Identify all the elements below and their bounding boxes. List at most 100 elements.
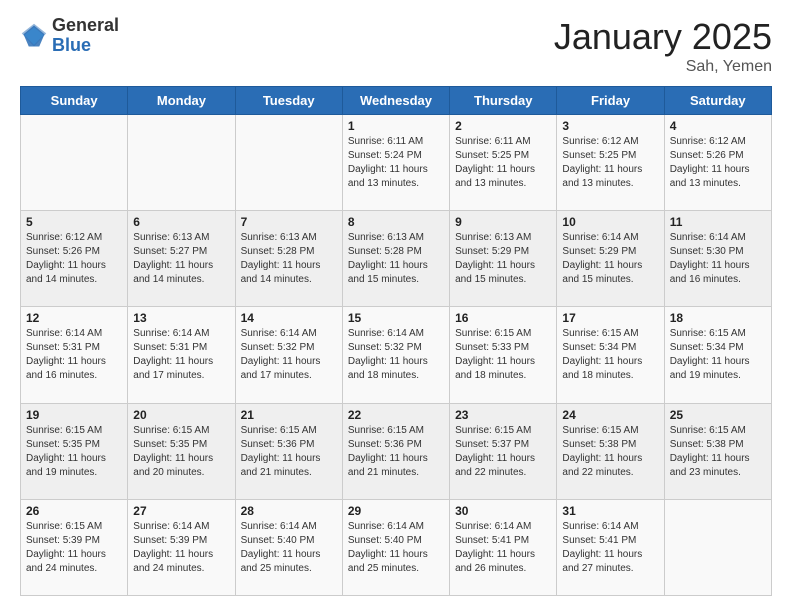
- calendar-cell: 9Sunrise: 6:13 AM Sunset: 5:29 PM Daylig…: [450, 211, 557, 307]
- day-info: Sunrise: 6:13 AM Sunset: 5:28 PM Dayligh…: [348, 231, 444, 287]
- day-number: 17: [562, 311, 658, 325]
- day-info: Sunrise: 6:14 AM Sunset: 5:31 PM Dayligh…: [26, 327, 122, 383]
- month-title: January 2025: [554, 16, 772, 58]
- day-number: 12: [26, 311, 122, 325]
- calendar-cell: 3Sunrise: 6:12 AM Sunset: 5:25 PM Daylig…: [557, 115, 664, 211]
- calendar-cell: 13 Sunrise: 6:14 AM Sunset: 5:31 PM Dayli…: [128, 307, 235, 403]
- day-number: 16: [455, 311, 551, 325]
- day-info: Sunrise: 6:15 AM Sunset: 5:33 PM Dayligh…: [455, 327, 551, 383]
- day-of-week-thursday: Thursday: [450, 87, 557, 115]
- day-info: Sunrise: 6:15 AM Sunset: 5:34 PM Dayligh…: [562, 327, 658, 383]
- day-info: Sunrise: 6:15 AM Sunset: 5:35 PM Dayligh…: [26, 424, 122, 480]
- day-info: Sunrise: 6:14 AM Sunset: 5:31 PM Dayligh…: [133, 327, 229, 383]
- calendar-cell: 15 Sunrise: 6:14 AM Sunset: 5:32 PM Dayli…: [342, 307, 449, 403]
- calendar-week-1: 1 Sunrise: 6:11 AM Sunset: 5:24 PM Daylig…: [21, 115, 772, 211]
- day-info: Sunrise: 6:15 AM Sunset: 5:36 PM Dayligh…: [348, 424, 444, 480]
- calendar: SundayMondayTuesdayWednesdayThursdayFrid…: [20, 86, 772, 596]
- page: General Blue January 2025 Sah, Yemen Sun…: [0, 0, 792, 612]
- calendar-week-4: 19 Sunrise: 6:15 AM Sunset: 5:35 PM Dayli…: [21, 403, 772, 499]
- calendar-cell: 21Sunrise: 6:15 AM Sunset: 5:36 PM Dayli…: [235, 403, 342, 499]
- day-number: 15: [348, 311, 444, 325]
- calendar-cell: 6 Sunrise: 6:13 AM Sunset: 5:27 PM Daylig…: [128, 211, 235, 307]
- day-info: Sunrise: 6:13 AM Sunset: 5:29 PM Dayligh…: [455, 231, 551, 287]
- day-info: Sunrise: 6:12 AM Sunset: 5:26 PM Dayligh…: [670, 135, 766, 191]
- day-number: 3: [562, 119, 658, 133]
- calendar-cell: 8 Sunrise: 6:13 AM Sunset: 5:28 PM Daylig…: [342, 211, 449, 307]
- calendar-cell: 27 Sunrise: 6:14 AM Sunset: 5:39 PM Dayli…: [128, 499, 235, 595]
- logo: General Blue: [20, 16, 119, 56]
- calendar-cell: 2 Sunrise: 6:11 AM Sunset: 5:25 PM Daylig…: [450, 115, 557, 211]
- day-number: 27: [133, 504, 229, 518]
- day-info: Sunrise: 6:15 AM Sunset: 5:35 PM Dayligh…: [133, 424, 229, 480]
- calendar-cell: 14 Sunrise: 6:14 AM Sunset: 5:32 PM Dayli…: [235, 307, 342, 403]
- day-of-week-monday: Monday: [128, 87, 235, 115]
- calendar-cell: [128, 115, 235, 211]
- location-title: Sah, Yemen: [554, 58, 772, 76]
- calendar-cell: 7Sunrise: 6:13 AM Sunset: 5:28 PM Daylig…: [235, 211, 342, 307]
- day-number: 2: [455, 119, 551, 133]
- day-info: Sunrise: 6:15 AM Sunset: 5:39 PM Dayligh…: [26, 520, 122, 576]
- day-number: 5: [26, 215, 122, 229]
- calendar-cell: 10Sunrise: 6:14 AM Sunset: 5:29 PM Dayli…: [557, 211, 664, 307]
- day-info: Sunrise: 6:12 AM Sunset: 5:26 PM Dayligh…: [26, 231, 122, 287]
- calendar-cell: 31Sunrise: 6:14 AM Sunset: 5:41 PM Dayli…: [557, 499, 664, 595]
- calendar-cell: 23 Sunrise: 6:15 AM Sunset: 5:37 PM Dayli…: [450, 403, 557, 499]
- day-info: Sunrise: 6:15 AM Sunset: 5:38 PM Dayligh…: [562, 424, 658, 480]
- day-number: 11: [670, 215, 766, 229]
- day-info: Sunrise: 6:11 AM Sunset: 5:24 PM Dayligh…: [348, 135, 444, 191]
- day-number: 26: [26, 504, 122, 518]
- calendar-cell: 11 Sunrise: 6:14 AM Sunset: 5:30 PM Dayli…: [664, 211, 771, 307]
- day-number: 4: [670, 119, 766, 133]
- day-of-week-friday: Friday: [557, 87, 664, 115]
- day-number: 25: [670, 408, 766, 422]
- calendar-cell: 18Sunrise: 6:15 AM Sunset: 5:34 PM Dayli…: [664, 307, 771, 403]
- calendar-cell: 25 Sunrise: 6:15 AM Sunset: 5:38 PM Dayli…: [664, 403, 771, 499]
- day-info: Sunrise: 6:15 AM Sunset: 5:34 PM Dayligh…: [670, 327, 766, 383]
- day-info: Sunrise: 6:11 AM Sunset: 5:25 PM Dayligh…: [455, 135, 551, 191]
- day-number: 13: [133, 311, 229, 325]
- day-info: Sunrise: 6:15 AM Sunset: 5:36 PM Dayligh…: [241, 424, 337, 480]
- calendar-cell: 20 Sunrise: 6:15 AM Sunset: 5:35 PM Dayli…: [128, 403, 235, 499]
- day-info: Sunrise: 6:14 AM Sunset: 5:32 PM Dayligh…: [348, 327, 444, 383]
- day-number: 23: [455, 408, 551, 422]
- logo-general: General: [52, 16, 119, 36]
- calendar-cell: 17 Sunrise: 6:15 AM Sunset: 5:34 PM Dayli…: [557, 307, 664, 403]
- day-number: 8: [348, 215, 444, 229]
- calendar-cell: 12 Sunrise: 6:14 AM Sunset: 5:31 PM Dayli…: [21, 307, 128, 403]
- calendar-header-row: SundayMondayTuesdayWednesdayThursdayFrid…: [21, 87, 772, 115]
- day-number: 14: [241, 311, 337, 325]
- day-info: Sunrise: 6:15 AM Sunset: 5:37 PM Dayligh…: [455, 424, 551, 480]
- day-info: Sunrise: 6:15 AM Sunset: 5:38 PM Dayligh…: [670, 424, 766, 480]
- day-number: 30: [455, 504, 551, 518]
- logo-text: General Blue: [52, 16, 119, 56]
- day-info: Sunrise: 6:14 AM Sunset: 5:29 PM Dayligh…: [562, 231, 658, 287]
- day-info: Sunrise: 6:14 AM Sunset: 5:32 PM Dayligh…: [241, 327, 337, 383]
- day-info: Sunrise: 6:13 AM Sunset: 5:28 PM Dayligh…: [241, 231, 337, 287]
- logo-blue: Blue: [52, 36, 119, 56]
- calendar-week-3: 12 Sunrise: 6:14 AM Sunset: 5:31 PM Dayli…: [21, 307, 772, 403]
- day-info: Sunrise: 6:14 AM Sunset: 5:40 PM Dayligh…: [241, 520, 337, 576]
- calendar-cell: [21, 115, 128, 211]
- day-info: Sunrise: 6:14 AM Sunset: 5:39 PM Dayligh…: [133, 520, 229, 576]
- calendar-cell: 26 Sunrise: 6:15 AM Sunset: 5:39 PM Dayli…: [21, 499, 128, 595]
- day-info: Sunrise: 6:14 AM Sunset: 5:41 PM Dayligh…: [562, 520, 658, 576]
- day-number: 6: [133, 215, 229, 229]
- day-info: Sunrise: 6:13 AM Sunset: 5:27 PM Dayligh…: [133, 231, 229, 287]
- calendar-cell: 16 Sunrise: 6:15 AM Sunset: 5:33 PM Dayli…: [450, 307, 557, 403]
- day-number: 20: [133, 408, 229, 422]
- day-number: 24: [562, 408, 658, 422]
- day-of-week-tuesday: Tuesday: [235, 87, 342, 115]
- day-number: 19: [26, 408, 122, 422]
- calendar-cell: 4 Sunrise: 6:12 AM Sunset: 5:26 PM Daylig…: [664, 115, 771, 211]
- calendar-cell: [235, 115, 342, 211]
- day-info: Sunrise: 6:14 AM Sunset: 5:30 PM Dayligh…: [670, 231, 766, 287]
- header: General Blue January 2025 Sah, Yemen: [20, 16, 772, 76]
- day-number: 29: [348, 504, 444, 518]
- calendar-week-2: 5 Sunrise: 6:12 AM Sunset: 5:26 PM Daylig…: [21, 211, 772, 307]
- day-info: Sunrise: 6:14 AM Sunset: 5:41 PM Dayligh…: [455, 520, 551, 576]
- day-number: 28: [241, 504, 337, 518]
- calendar-cell: 30 Sunrise: 6:14 AM Sunset: 5:41 PM Dayli…: [450, 499, 557, 595]
- day-number: 1: [348, 119, 444, 133]
- calendar-cell: 19 Sunrise: 6:15 AM Sunset: 5:35 PM Dayli…: [21, 403, 128, 499]
- title-block: January 2025 Sah, Yemen: [554, 16, 772, 76]
